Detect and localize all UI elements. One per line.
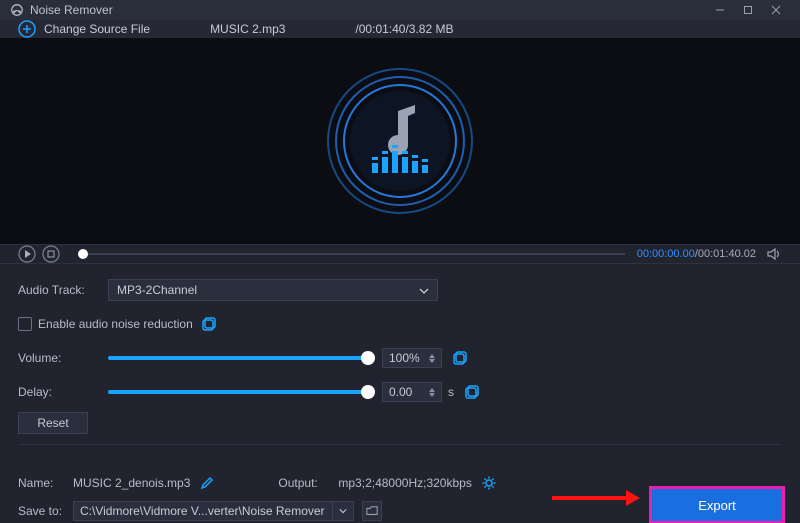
chevron-down-icon: [419, 285, 429, 295]
output-label: Output:: [278, 476, 338, 490]
annotation-arrow: [550, 488, 640, 511]
name-label: Name:: [18, 476, 73, 490]
delay-value: 0.00: [389, 385, 412, 399]
source-bar: Change Source File MUSIC 2.mp3 /00:01:40…: [0, 20, 800, 38]
source-filename: MUSIC 2.mp3: [210, 22, 285, 36]
timeline-slider[interactable]: [78, 253, 625, 255]
timeline-handle[interactable]: [78, 249, 88, 259]
open-folder-button[interactable]: [362, 501, 382, 521]
volume-sync-icon[interactable]: [452, 350, 468, 366]
maximize-button[interactable]: [734, 0, 762, 20]
volume-spinner[interactable]: [429, 354, 435, 363]
save-path-value: C:\Vidmore\Vidmore V...verter\Noise Remo…: [80, 504, 325, 518]
enhance-icon[interactable]: [201, 316, 217, 332]
name-value: MUSIC 2_denois.mp3: [73, 476, 190, 490]
app-icon: [10, 3, 24, 17]
controls-panel: Audio Track: MP3-2Channel Enable audio n…: [0, 264, 800, 467]
stop-button[interactable]: [42, 245, 60, 263]
play-button[interactable]: [18, 245, 36, 263]
delay-slider-handle[interactable]: [361, 385, 375, 399]
noise-reduction-label: Enable audio noise reduction: [38, 317, 193, 331]
output-settings-icon[interactable]: [482, 476, 496, 490]
delay-unit: s: [448, 385, 454, 399]
volume-input[interactable]: 100%: [382, 348, 442, 368]
volume-label: Volume:: [18, 351, 108, 365]
minimize-button[interactable]: [706, 0, 734, 20]
audio-visualizer-icon: [320, 61, 480, 221]
close-button[interactable]: [762, 0, 790, 20]
app-title: Noise Remover: [30, 3, 113, 17]
change-source-button[interactable]: Change Source File: [44, 22, 150, 36]
noise-reduction-checkbox[interactable]: [18, 317, 32, 331]
export-button[interactable]: Export: [652, 489, 782, 521]
volume-icon[interactable]: [766, 246, 782, 262]
edit-name-icon[interactable]: [200, 476, 214, 490]
separator: [18, 444, 782, 445]
save-path-dropdown[interactable]: [332, 501, 354, 521]
volume-value: 100%: [389, 351, 420, 365]
title-bar: Noise Remover: [0, 0, 800, 20]
audio-track-label: Audio Track:: [18, 283, 108, 297]
output-value: mp3;2;48000Hz;320kbps: [338, 476, 471, 490]
footer-panel: Name: MUSIC 2_denois.mp3 Output: mp3;2;4…: [0, 467, 800, 523]
playback-current-time: 00:00:00.00: [637, 248, 695, 260]
delay-label: Delay:: [18, 385, 108, 399]
delay-input[interactable]: 0.00: [382, 382, 442, 402]
audio-track-value: MP3-2Channel: [117, 283, 197, 297]
add-source-icon[interactable]: [18, 20, 36, 38]
delay-spinner[interactable]: [429, 388, 435, 397]
reset-button[interactable]: Reset: [18, 412, 88, 434]
playback-duration: /00:01:40.02: [695, 248, 756, 260]
save-to-label: Save to:: [18, 504, 73, 518]
delay-slider[interactable]: [108, 390, 368, 394]
volume-slider-handle[interactable]: [361, 351, 375, 365]
save-path-input[interactable]: C:\Vidmore\Vidmore V...verter\Noise Remo…: [73, 501, 333, 521]
audio-track-select[interactable]: MP3-2Channel: [108, 279, 438, 301]
source-meta: /00:01:40/3.82 MB: [355, 22, 453, 36]
delay-sync-icon[interactable]: [464, 384, 480, 400]
playback-bar: 00:00:00.00 /00:01:40.02: [0, 244, 800, 264]
preview-area: [0, 38, 800, 244]
volume-slider[interactable]: [108, 356, 368, 360]
